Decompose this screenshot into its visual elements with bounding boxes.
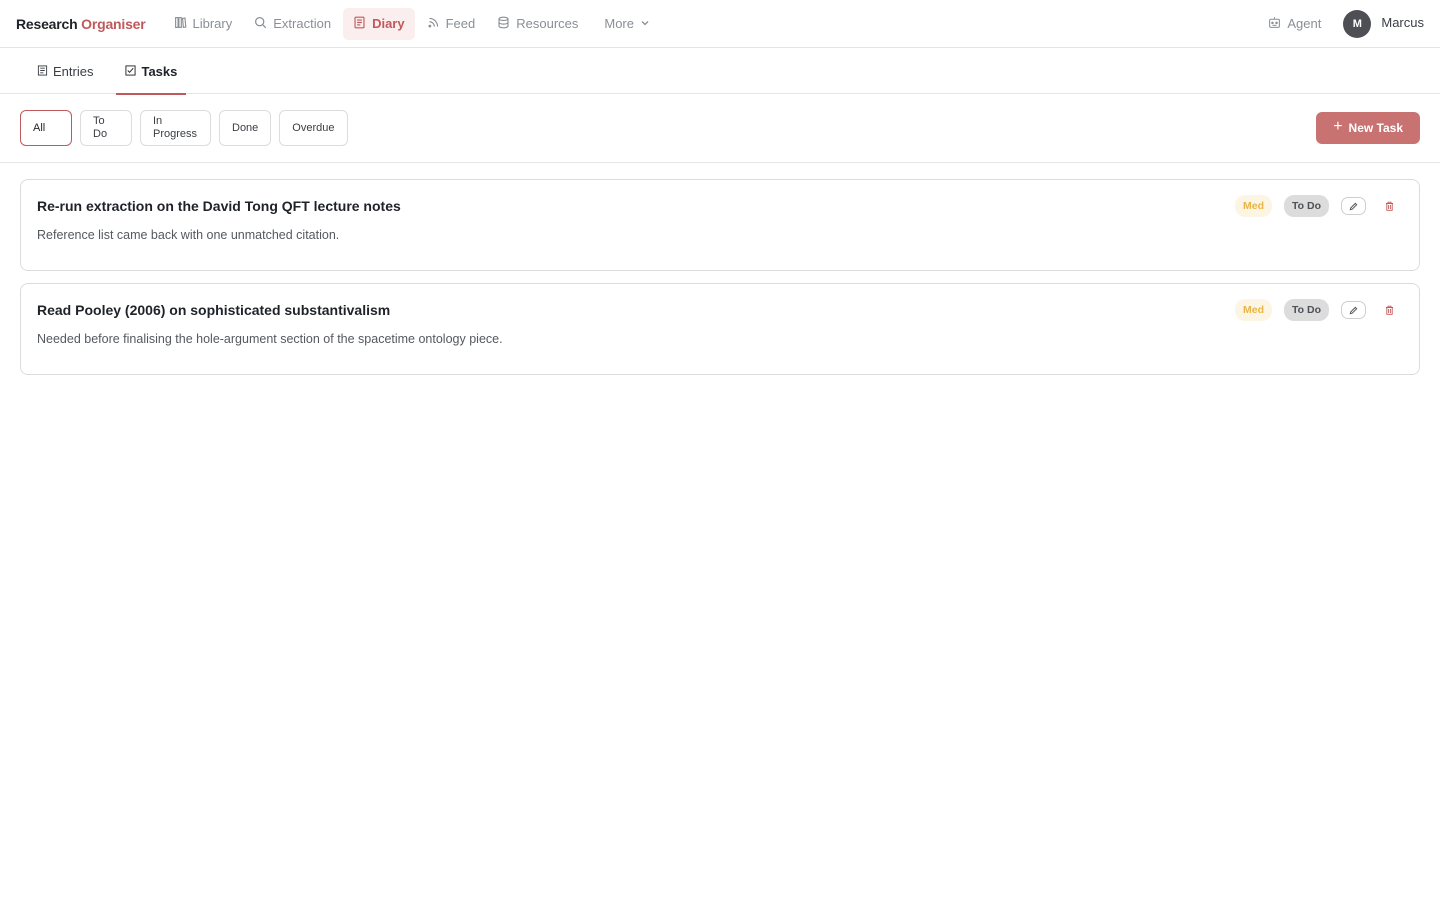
agent-label: Agent	[1287, 16, 1322, 31]
pencil-icon	[1349, 303, 1358, 318]
task-meta: Med To Do	[1235, 299, 1399, 321]
filter-in-progress[interactable]: In Progress	[140, 110, 211, 146]
delete-task-button[interactable]	[1379, 197, 1399, 215]
tab-label: Entries	[53, 63, 94, 79]
task-filter-bar: All To Do In Progress Done Overdue + New T…	[0, 94, 1440, 163]
nav-item-label: Resources	[516, 16, 579, 31]
tab-tasks[interactable]: Tasks	[116, 48, 187, 95]
nav-item-resources[interactable]: Resources	[487, 8, 588, 40]
filter-label: To Do	[93, 115, 108, 140]
filter-done[interactable]: Done	[219, 110, 272, 146]
task-description: Needed before finalising the hole-argume…	[37, 332, 503, 346]
user-menu[interactable]: M Marcus	[1343, 9, 1424, 38]
filter-overdue[interactable]: Overdue	[279, 110, 348, 146]
filter-all[interactable]: All	[20, 110, 72, 146]
library-icon	[174, 16, 187, 32]
list-icon	[37, 64, 48, 79]
new-task-button[interactable]: + New Task	[1316, 112, 1420, 144]
trash-icon	[1385, 303, 1394, 318]
priority-badge: Med	[1235, 195, 1273, 217]
nav-item-label: Library	[192, 16, 233, 31]
status-filters: All To Do In Progress Done Overdue	[20, 110, 348, 146]
checkbox-icon	[125, 64, 137, 79]
edit-task-button[interactable]	[1341, 197, 1366, 215]
priority-badge: Med	[1235, 299, 1273, 321]
database-icon	[497, 16, 510, 32]
topbar-right: Agent M Marcus	[1268, 9, 1424, 38]
search-icon	[254, 16, 267, 32]
rss-icon	[427, 16, 440, 32]
nav-item-feed[interactable]: Feed	[417, 8, 486, 40]
filter-to-do[interactable]: To Do	[80, 110, 132, 146]
trash-icon	[1385, 199, 1394, 214]
nav-more-label: More	[604, 16, 634, 31]
nav-item-diary[interactable]: Diary	[343, 7, 415, 40]
nav-item-label: Feed	[445, 16, 476, 31]
new-task-label: New Task	[1348, 121, 1403, 135]
top-navbar: Research Organiser Library Extraction Di…	[0, 0, 1440, 48]
nav-item-library[interactable]: Library	[164, 8, 243, 40]
diary-subtabs: Entries Tasks	[0, 48, 1440, 95]
agent-button[interactable]: Agent	[1268, 16, 1321, 32]
edit-task-button[interactable]	[1341, 301, 1366, 319]
brand-primary: Research	[16, 15, 78, 32]
status-badge[interactable]: To Do	[1284, 299, 1329, 321]
filter-label: In Progress	[153, 115, 198, 140]
diary-icon	[353, 16, 366, 32]
tab-entries[interactable]: Entries	[28, 48, 102, 94]
robot-icon	[1268, 16, 1281, 32]
plus-icon: +	[1333, 118, 1343, 135]
filter-label: All	[33, 121, 46, 134]
nav-item-label: Diary	[372, 16, 405, 31]
user-name: Marcus	[1381, 15, 1424, 30]
task-meta: Med To Do	[1235, 195, 1399, 217]
task-card[interactable]: Re-run extraction on the David Tong QFT …	[20, 179, 1420, 271]
nav-item-label: Extraction	[273, 16, 332, 31]
task-title: Re-run extraction on the David Tong QFT …	[37, 198, 401, 214]
task-title: Read Pooley (2006) on sophisticated subs…	[37, 302, 391, 318]
delete-task-button[interactable]	[1379, 301, 1399, 319]
main-nav: Library Extraction Diary Feed Resources	[164, 7, 661, 40]
pencil-icon	[1349, 199, 1358, 214]
brand-accent: Organiser	[81, 15, 146, 32]
nav-item-extraction[interactable]: Extraction	[244, 8, 341, 40]
avatar: M	[1343, 9, 1372, 38]
status-badge[interactable]: To Do	[1284, 195, 1329, 217]
app-brand[interactable]: Research Organiser	[16, 16, 146, 32]
task-card[interactable]: Read Pooley (2006) on sophisticated subs…	[20, 283, 1420, 375]
task-description: Reference list came back with one unmatc…	[37, 228, 340, 242]
task-list: Re-run extraction on the David Tong QFT …	[0, 163, 1440, 375]
tab-label: Tasks	[141, 63, 178, 79]
filter-label: Overdue	[292, 121, 335, 134]
filter-label: Done	[232, 121, 259, 134]
chevron-down-icon	[640, 16, 650, 31]
nav-more-menu[interactable]: More	[594, 8, 660, 40]
